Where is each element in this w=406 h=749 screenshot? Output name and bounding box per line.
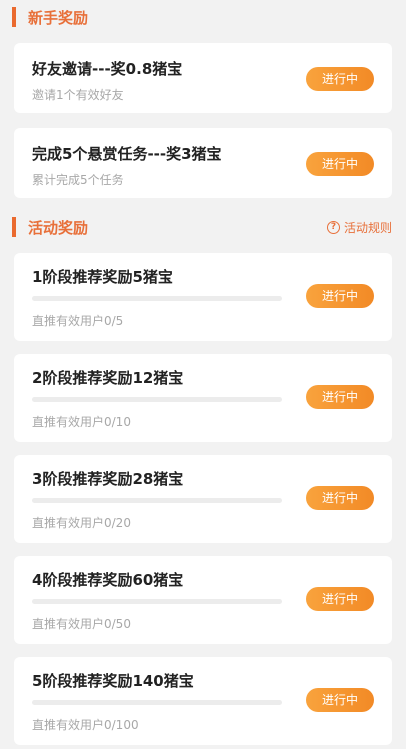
newbie-section-title: 新手奖励 <box>28 8 89 27</box>
section-accent-bar <box>12 7 16 27</box>
progress-text: 直推有效用户0/100 <box>32 718 139 732</box>
progress-bar <box>32 397 282 402</box>
progress-text: 直推有效用户0/10 <box>32 415 131 429</box>
newbie-card-invite: 好友邀请---奖0.8猪宝 邀请1个有效好友 进行中 <box>14 43 392 113</box>
activity-section-title: 活动奖励 <box>28 218 89 237</box>
card-title: 5阶段推荐奖励140猪宝 <box>32 672 194 690</box>
activity-card-stage-4: 4阶段推荐奖励60猪宝 直推有效用户0/50 进行中 <box>14 556 392 644</box>
activity-card-stage-3: 3阶段推荐奖励28猪宝 直推有效用户0/20 进行中 <box>14 455 392 543</box>
card-title: 好友邀请---奖0.8猪宝 <box>32 60 183 78</box>
status-button[interactable]: 进行中 <box>306 67 374 91</box>
card-title: 完成5个悬赏任务---奖3猪宝 <box>32 145 222 163</box>
card-subtitle: 累计完成5个任务 <box>32 173 124 187</box>
progress-text: 直推有效用户0/5 <box>32 314 124 328</box>
status-button[interactable]: 进行中 <box>306 152 374 176</box>
status-button[interactable]: 进行中 <box>306 486 374 510</box>
card-subtitle: 邀请1个有效好友 <box>32 88 124 102</box>
card-title: 4阶段推荐奖励60猪宝 <box>32 571 184 589</box>
progress-bar <box>32 498 282 503</box>
newbie-section-header: 新手奖励 <box>12 6 392 28</box>
activity-card-stage-2: 2阶段推荐奖励12猪宝 直推有效用户0/10 进行中 <box>14 354 392 442</box>
progress-text: 直推有效用户0/20 <box>32 516 131 530</box>
activity-section-header: 活动奖励 ? 活动规则 <box>12 216 392 238</box>
progress-bar <box>32 700 282 705</box>
status-button[interactable]: 进行中 <box>306 385 374 409</box>
question-circle-icon: ? <box>326 220 340 234</box>
activity-card-stage-1: 1阶段推荐奖励5猪宝 直推有效用户0/5 进行中 <box>14 253 392 341</box>
activity-rules-link[interactable]: ? 活动规则 <box>326 219 392 236</box>
status-button[interactable]: 进行中 <box>306 587 374 611</box>
activity-card-stage-5: 5阶段推荐奖励140猪宝 直推有效用户0/100 进行中 <box>14 657 392 745</box>
card-title: 1阶段推荐奖励5猪宝 <box>32 268 173 286</box>
progress-text: 直推有效用户0/50 <box>32 617 131 631</box>
status-button[interactable]: 进行中 <box>306 284 374 308</box>
section-accent-bar <box>12 217 16 237</box>
progress-bar <box>32 296 282 301</box>
status-button[interactable]: 进行中 <box>306 688 374 712</box>
progress-bar <box>32 599 282 604</box>
card-title: 3阶段推荐奖励28猪宝 <box>32 470 184 488</box>
card-title: 2阶段推荐奖励12猪宝 <box>32 369 184 387</box>
activity-rules-label: 活动规则 <box>343 220 392 235</box>
newbie-card-tasks: 完成5个悬赏任务---奖3猪宝 累计完成5个任务 进行中 <box>14 128 392 198</box>
